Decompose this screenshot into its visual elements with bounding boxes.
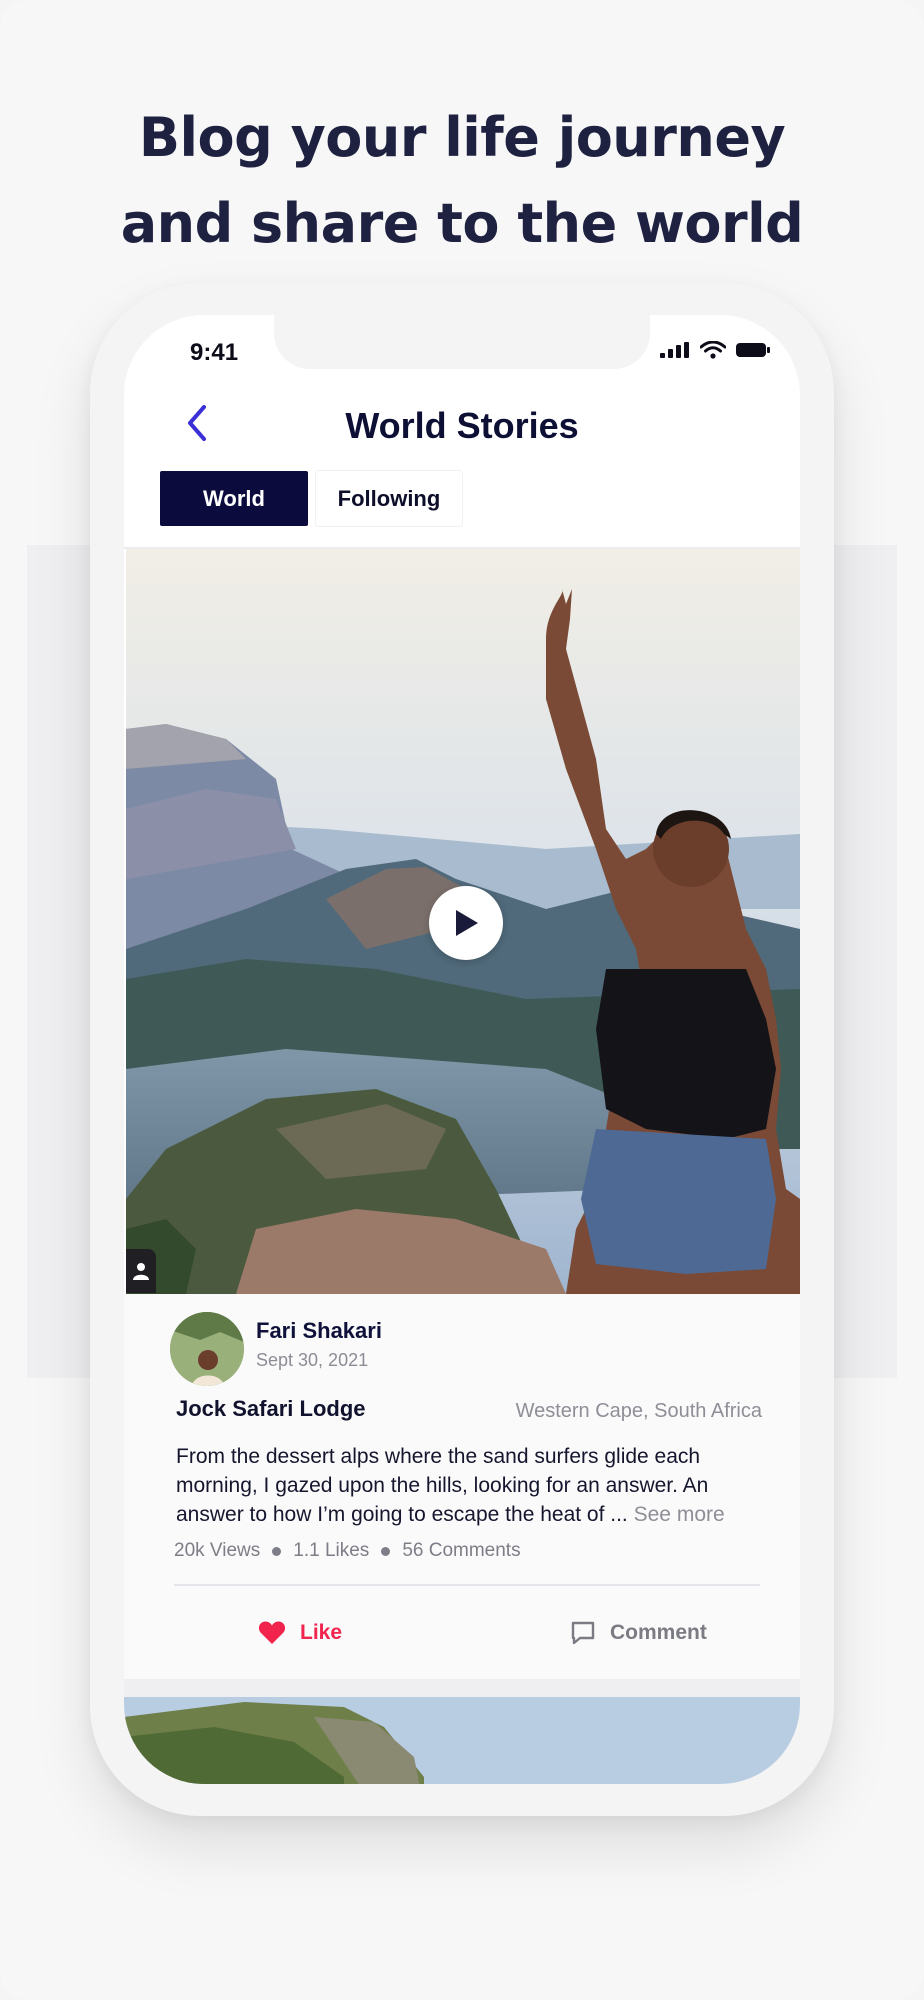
page-title: World Stories	[345, 405, 579, 446]
likes-count: 1.1 Likes	[293, 1540, 370, 1561]
tab-following[interactable]: Following	[316, 471, 462, 526]
like-label: Like	[300, 1620, 343, 1644]
post-stats: 20k Views 1.1 Likes 56 Comments	[174, 1540, 521, 1562]
promo-headline: Blog your life journey and share to the …	[0, 95, 924, 267]
battery-icon	[736, 343, 770, 357]
stat-separator-dot	[381, 1546, 391, 1556]
next-post-photo[interactable]	[124, 1697, 800, 1784]
tab-bar: World Following	[160, 471, 462, 526]
views-count: 20k Views	[174, 1540, 261, 1561]
status-icons	[660, 341, 770, 359]
headline-line-1: Blog your life journey	[138, 106, 786, 169]
post-card: Fari Shakari Sept 30, 2021 Jock Safari L…	[124, 1294, 800, 1679]
comment-icon	[571, 1621, 595, 1645]
author-name[interactable]: Fari Shakari	[256, 1318, 382, 1344]
nav-bar: World Stories	[124, 385, 800, 455]
like-button[interactable]: Like	[258, 1620, 342, 1645]
signal-icon	[660, 342, 689, 358]
comment-button[interactable]: Comment	[570, 1620, 707, 1646]
status-time: 9:41	[190, 339, 239, 366]
post-photo[interactable]	[126, 549, 800, 1294]
wifi-icon	[700, 341, 726, 359]
play-button[interactable]	[429, 886, 503, 960]
user-icon	[133, 1263, 149, 1280]
play-icon	[456, 910, 478, 936]
avatar-image	[170, 1312, 244, 1386]
phone-screen: 9:41 World Stories World Following Fari …	[124, 315, 800, 1784]
comment-label: Comment	[610, 1621, 707, 1644]
place-location: Western Cape, South Africa	[515, 1400, 762, 1422]
author-badge[interactable]	[126, 1249, 156, 1293]
post-date: Sept 30, 2021	[256, 1350, 369, 1370]
phone-notch	[274, 315, 650, 369]
place-name: Jock Safari Lodge	[176, 1396, 366, 1421]
stat-separator-dot	[272, 1546, 282, 1556]
post-separator	[124, 1679, 800, 1697]
post-body-text: From the dessert alps where the sand sur…	[176, 1445, 709, 1526]
post-body: From the dessert alps where the sand sur…	[176, 1442, 766, 1529]
post-divider	[174, 1584, 760, 1586]
next-landscape-illustration	[124, 1697, 800, 1784]
comments-count: 56 Comments	[402, 1540, 521, 1561]
see-more-link[interactable]: See more	[634, 1503, 725, 1526]
heart-icon	[258, 1621, 286, 1644]
avatar[interactable]	[170, 1312, 244, 1386]
headline-line-2: and share to the world	[120, 192, 804, 255]
tab-world[interactable]: World	[160, 471, 308, 526]
